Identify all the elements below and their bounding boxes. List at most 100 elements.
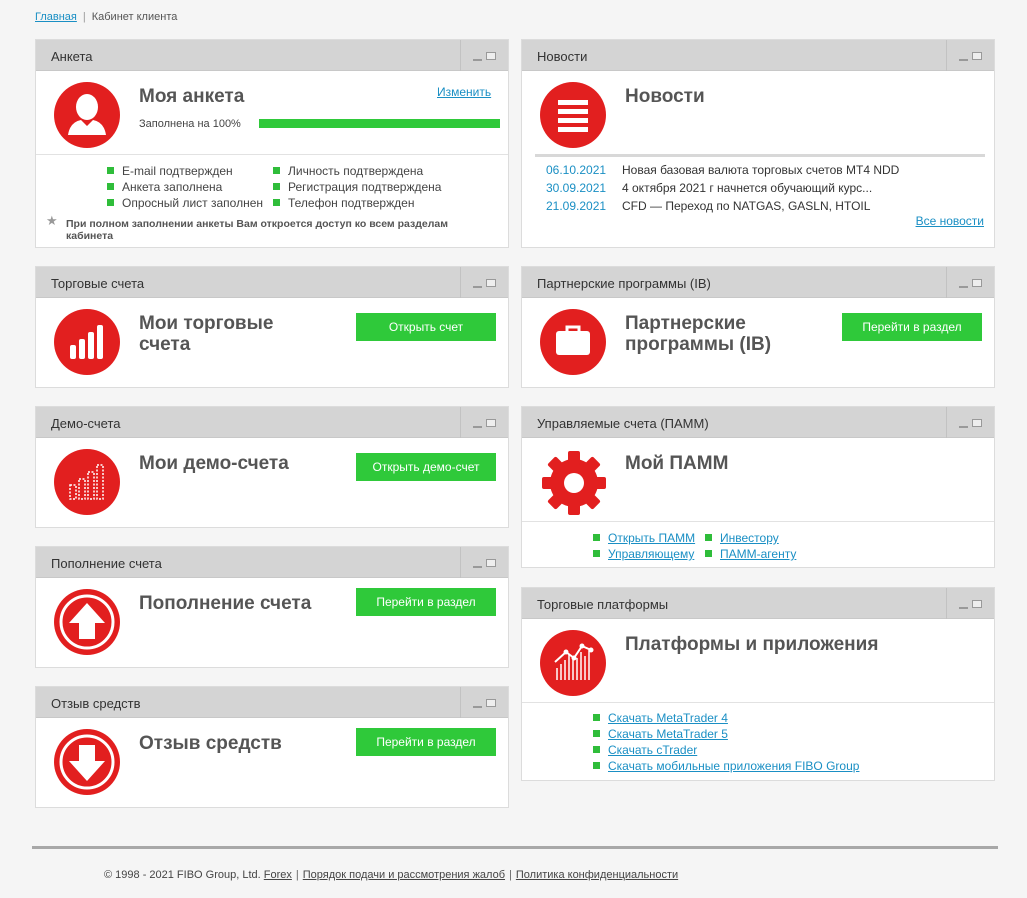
check-square-icon [593, 550, 600, 557]
partner-programs-widget: Партнерские программы (IB) Партнерские пр… [521, 266, 995, 388]
footer: © 1998 - 2021 FIBO Group, Ltd. Forex | Пор… [104, 869, 678, 881]
minimize-icon[interactable] [959, 286, 968, 288]
widget-controls [946, 588, 994, 619]
forex-link[interactable]: Forex [264, 869, 292, 881]
partner-section-button[interactable]: Перейти в раздел [842, 313, 982, 341]
edit-profile-link[interactable]: Изменить [437, 85, 491, 99]
news-text[interactable]: CFD — Переход по NATGAS, GASLN, HTOIL [622, 199, 870, 213]
widget-controls [460, 40, 508, 71]
deposit-widget-header: Пополнение счета [36, 547, 508, 578]
maximize-icon[interactable] [972, 52, 982, 60]
profile-widget-title: Анкета [51, 49, 93, 64]
download-mt5-link[interactable]: Скачать MetaTrader 5 [593, 727, 728, 741]
news-widget-title: Новости [537, 49, 588, 64]
trading-widget-header: Торговые счета [36, 267, 508, 298]
minimize-icon[interactable] [959, 59, 968, 61]
profile-divider [36, 154, 508, 155]
check-square-icon [593, 714, 600, 721]
news-widget-header: Новости [522, 40, 994, 71]
withdraw-widget: Отзыв средств Отзыв средств Перейти в ра… [35, 686, 509, 808]
partner-widget-header: Партнерские программы (IB) [522, 267, 994, 298]
withdraw-title: Отзыв средств [139, 733, 282, 754]
maximize-icon[interactable] [972, 279, 982, 287]
news-text[interactable]: 4 октября 2021 г начнется обучающий курс… [622, 181, 872, 195]
open-demo-button[interactable]: Открыть демо-счет [356, 453, 496, 481]
footer-divider [32, 846, 998, 849]
breadcrumb: Главная | Кабинет клиента [35, 11, 177, 23]
check-identity: Личность подтверждена [273, 164, 423, 178]
footer-separator: | [295, 869, 299, 881]
check-email: E-mail подтвержден [107, 164, 233, 178]
check-registration: Регистрация подтверждена [273, 180, 441, 194]
maximize-icon[interactable] [486, 52, 496, 60]
maximize-icon[interactable] [486, 559, 496, 567]
withdraw-widget-header: Отзыв средств [36, 687, 508, 718]
maximize-icon[interactable] [486, 279, 496, 287]
download-mobile-link[interactable]: Скачать мобильные приложения FIBO Group [593, 759, 859, 773]
demo-widget-title: Демо-счета [51, 416, 121, 431]
open-account-button[interactable]: Открыть счет [356, 313, 496, 341]
arrow-down-icon [54, 729, 120, 795]
check-square-icon [273, 183, 280, 190]
maximize-icon[interactable] [486, 419, 496, 427]
download-mt4-link[interactable]: Скачать MetaTrader 4 [593, 711, 728, 725]
download-ctrader-link[interactable]: Скачать cTrader [593, 743, 697, 757]
news-text[interactable]: Новая базовая валюта торговых счетов MT4… [622, 163, 899, 177]
all-news-link[interactable]: Все новости [916, 214, 984, 228]
widget-controls [946, 267, 994, 298]
minimize-icon[interactable] [473, 59, 482, 61]
minimize-icon[interactable] [959, 607, 968, 609]
news-item[interactable]: 30.09.2021 4 октября 2021 г начнется обуч… [546, 181, 872, 195]
check-square-icon [593, 730, 600, 737]
check-questionnaire: Опросный лист заполнен [107, 196, 263, 210]
widget-controls [460, 547, 508, 578]
maximize-icon[interactable] [486, 699, 496, 707]
minimize-icon[interactable] [473, 566, 482, 568]
breadcrumb-separator: | [82, 11, 86, 23]
minimize-icon[interactable] [959, 426, 968, 428]
trading-accounts-widget: Торговые счета Мои торговые счета Открыть… [35, 266, 509, 388]
star-icon: ★ [46, 213, 58, 228]
deposit-widget-title: Пополнение счета [51, 556, 162, 571]
widget-controls [460, 687, 508, 718]
gear-icon [540, 449, 608, 517]
user-icon [54, 82, 120, 148]
check-square-icon [593, 746, 600, 753]
pamm-widget-title: Управляемые счета (ПАММ) [537, 416, 709, 431]
pamm-divider [522, 521, 994, 522]
progress-bar-fill [259, 119, 500, 128]
withdraw-section-button[interactable]: Перейти в раздел [356, 728, 496, 756]
minimize-icon[interactable] [473, 706, 482, 708]
check-square-icon [593, 762, 600, 769]
check-phone: Телефон подтвержден [273, 196, 414, 210]
pamm-link-investor[interactable]: Инвестору [705, 531, 779, 545]
pamm-link-manager[interactable]: Управляющему [593, 547, 694, 561]
news-item[interactable]: 06.10.2021 Новая базовая валюта торговых … [546, 163, 899, 177]
bar-chart-icon [54, 309, 120, 375]
minimize-icon[interactable] [473, 426, 482, 428]
demo-title: Мои демо-счета [139, 453, 289, 474]
check-square-icon [273, 167, 280, 174]
check-square-icon [593, 534, 600, 541]
trading-title: Мои торговые счета [139, 313, 274, 355]
pamm-link-agent[interactable]: ПАММ-агенту [705, 547, 796, 561]
check-square-icon [107, 167, 114, 174]
complaints-link[interactable]: Порядок подачи и рассмотрения жалоб [303, 869, 505, 881]
news-divider [535, 154, 985, 157]
widget-controls [460, 267, 508, 298]
breadcrumb-current: Кабинет клиента [91, 11, 178, 23]
breadcrumb-home-link[interactable]: Главная [35, 11, 77, 23]
widget-controls [946, 40, 994, 71]
news-item[interactable]: 21.09.2021 CFD — Переход по NATGAS, GASLN… [546, 199, 870, 213]
briefcase-icon [540, 309, 606, 375]
pamm-widget: Управляемые счета (ПАММ) Мой ПАММ Открыт… [521, 406, 995, 568]
minimize-icon[interactable] [473, 286, 482, 288]
deposit-section-button[interactable]: Перейти в раздел [356, 588, 496, 616]
privacy-link[interactable]: Политика конфиденциальности [516, 869, 678, 881]
progress-bar [259, 119, 500, 128]
maximize-icon[interactable] [972, 600, 982, 608]
maximize-icon[interactable] [972, 419, 982, 427]
platforms-widget-title: Торговые платформы [537, 597, 669, 612]
pamm-link-open[interactable]: Открыть ПАММ [593, 531, 695, 545]
demo-chart-icon [54, 449, 120, 515]
